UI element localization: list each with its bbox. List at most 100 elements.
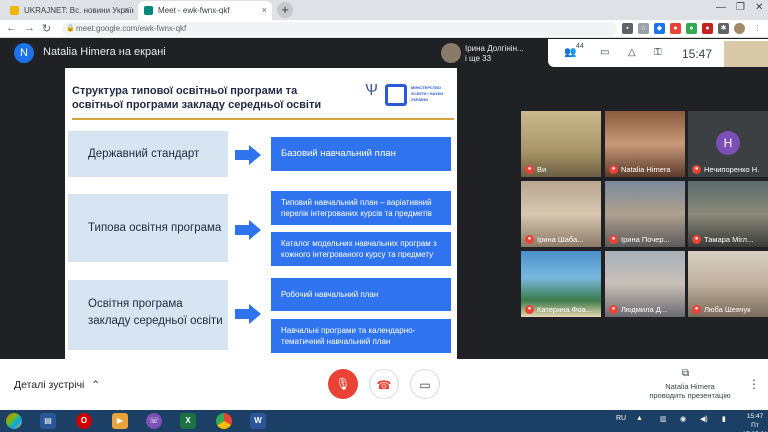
mic-off-icon: ● [609,165,618,174]
star-icon[interactable]: ☆ [638,23,649,34]
system-time: 15:47 [746,413,764,420]
meet-screen: { "browser": { "tabs": [ {"title": "UKRA… [0,0,768,432]
puzzle-icon[interactable]: ✱ [718,23,729,34]
participant-tile[interactable]: ● Тамара Мігл... [688,181,768,247]
extension-icon[interactable]: ● [670,23,681,34]
people-icon[interactable]: 👥 [564,47,576,58]
participant-tile[interactable]: ● Ви [521,111,601,177]
participant-extra: і ще 33 [465,54,492,63]
more-options-icon[interactable]: ⋮ [748,377,760,391]
participant-tile[interactable]: ● Людмила Д... [605,251,685,317]
activities-icon[interactable]: △ [628,47,636,58]
network-icon[interactable]: ▥ [660,415,667,423]
trident-icon: Ѱ [365,82,378,99]
new-tab-button[interactable]: + [277,2,293,18]
profile-avatar[interactable] [734,23,745,34]
minimize-icon[interactable]: — [716,2,726,13]
presentation-slide: Структура типової освітньої програми та … [65,68,457,359]
chevron-up-icon: ⌃ [91,379,101,391]
reload-icon[interactable]: ↻ [42,22,51,35]
participant-tile[interactable]: ● Люба Шевчук [688,251,768,317]
right-arrow-icon [235,145,261,165]
url-text: meet.google.com/ewk-fwnx-qkf [76,24,187,33]
forward-icon[interactable]: → [24,22,35,34]
mic-off-icon: ● [692,235,701,244]
extension-icon[interactable]: ◆ [654,23,665,34]
power-icon[interactable]: ▮ [722,415,726,423]
participant-name: Тамара Мігл... [704,235,754,244]
participant-name: Ірина Шаба... [537,235,584,244]
tray-chevron-icon[interactable]: ▲ [636,415,643,422]
participant-tile[interactable]: H ● Нечипоренко Н. [688,111,768,177]
tab-ukrajnet[interactable]: UKRAJNET: Вс. новини України, сві × [4,1,134,20]
participant-avatar: H [716,131,740,155]
participant-tile[interactable]: ● Natalia Himera [605,111,685,177]
viber-icon[interactable]: ☏ [146,413,162,429]
participant-tile[interactable]: ● Ірина Шаба... [521,181,601,247]
meeting-clock: 15:47 [682,47,713,61]
participant-tile[interactable]: ● Катерина Фоа... [521,251,601,317]
opera-icon[interactable]: O [76,413,92,429]
language-indicator[interactable]: RU [616,415,626,422]
right-arrow-icon [235,220,261,240]
viber-tray-icon[interactable]: ◉ [680,415,686,423]
meeting-details-button[interactable]: Деталі зустрічі ⌃ [14,379,100,391]
windows-taskbar: ▤ O ▶ ☏ X W RU ▲ ▥ ◉ ◀) ▮ 15:47 Пт 17.05… [0,410,768,432]
lock-icon[interactable]: ⚿ [654,47,662,58]
presenting-label: проводить презентацію [649,391,731,400]
browser-toolbar: ← → ↻ 🔒 meet.google.com/ewk-fwnx-qkf ▪ ☆… [0,20,768,38]
box-text: Навчальні програми та календарно-тематич… [281,326,416,346]
chat-icon[interactable]: ▭ [600,47,609,58]
left-box-label: Державний стандарт [88,148,200,160]
extension-icon[interactable]: ● [686,23,697,34]
extension-icon[interactable]: ● [702,23,713,34]
meeting-controls-bar: Деталі зустрічі ⌃ 🎙 ☎ ▭ ⧉ Natalia Himera… [0,359,768,410]
excel-icon[interactable]: X [180,413,196,429]
hang-up-icon: ☎ [376,378,392,392]
system-date: Пт 17.05.21 [742,422,767,432]
tab-meet[interactable]: Meet - ewk-fwnx-qkf × [138,1,272,20]
mic-off-icon: ● [609,305,618,314]
present-screen-icon[interactable]: ⧉ [682,368,689,379]
participant-tile[interactable]: ● Ірина Почер... [605,181,685,247]
presenter-avatar: N [14,43,34,63]
close-window-icon[interactable]: ✕ [755,2,763,13]
back-icon[interactable]: ← [6,22,17,34]
mon-logo-icon [385,84,407,106]
chrome-icon[interactable] [216,413,232,429]
volume-icon[interactable]: ◀) [700,415,708,423]
start-button-icon[interactable] [6,413,22,429]
ministry-logo: Ѱ МІНІСТЕРСТВО ОСВІТИ І НАУКИ УКРАЇНИ [365,82,455,108]
right-arrow-icon [235,304,261,324]
mic-off-icon: ● [609,235,618,244]
tab-title: UKRAJNET: Вс. новини України, сві [24,6,134,15]
presenter-title: Natalia Himera на екрані [43,46,166,58]
participant-grid: ● Ви ● Natalia Himera H ● Нечипоренко Н.… [521,111,768,317]
lock-icon: 🔒 [66,25,75,32]
pinned-participant[interactable]: Ірина Долгінін... і ще 33 [441,41,541,65]
self-view-thumbnail[interactable] [724,41,768,67]
system-clock[interactable]: 15:47 Пт 17.05.21 [742,412,768,432]
participant-thumbnail [441,43,461,63]
tab-title: Meet - ewk-fwnx-qkf [158,6,230,15]
participant-name: Ірина Долгінін... [465,44,524,53]
explorer-icon[interactable]: ▤ [40,413,56,429]
maximize-icon[interactable]: ❐ [736,2,745,13]
leave-call-button[interactable]: ☎ [369,369,399,399]
camera-icon: ▭ [419,378,431,392]
word-icon[interactable]: W [250,413,266,429]
media-player-icon[interactable]: ▶ [112,413,128,429]
slide-title: Структура типової освітньої програми та … [72,85,322,111]
close-tab-icon[interactable]: × [262,5,267,15]
mic-toggle-button[interactable]: 🎙 [328,369,358,399]
menu-icon[interactable]: ⋮ [752,23,763,34]
left-box-label: Освітня програма закладу середньої освіт… [88,298,223,327]
presenting-info[interactable]: Natalia Himera проводить презентацію [640,382,740,400]
close-tab-icon[interactable]: × [124,5,129,15]
camera-icon[interactable]: ▪ [622,23,633,34]
box-text: Каталог модельних навчальних програм з к… [281,239,437,259]
address-bar[interactable]: 🔒 meet.google.com/ewk-fwnx-qkf [62,22,617,36]
participant-name: Людмила Д... [621,305,668,314]
camera-toggle-button[interactable]: ▭ [410,369,440,399]
participant-name: Ви [537,165,547,174]
